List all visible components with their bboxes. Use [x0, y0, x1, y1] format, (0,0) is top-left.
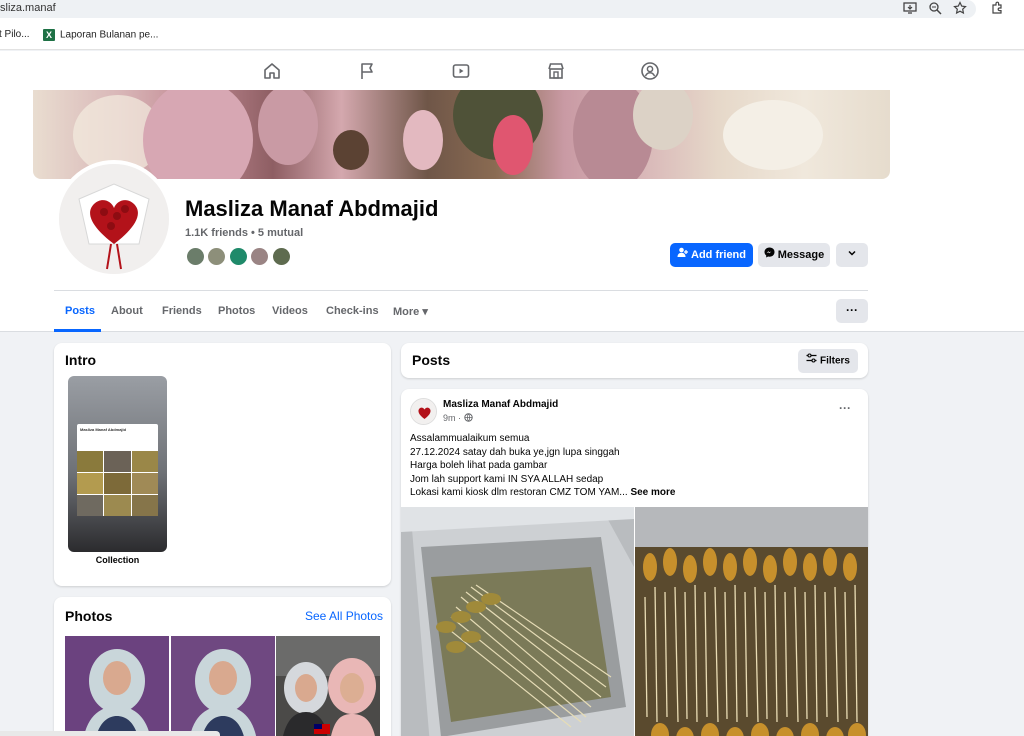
friend-count[interactable]: 1.1K friends • 5 mutual — [185, 227, 303, 239]
groups-icon[interactable] — [640, 61, 660, 81]
post-text: Assalammualaikum semua 27.12.2024 satay … — [410, 432, 860, 500]
see-all-photos-link[interactable]: See All Photos — [305, 609, 383, 623]
filters-label: Filters — [819, 355, 850, 367]
profile-header: Masliza Manaf Abdmajid 1.1K friends • 5 … — [0, 90, 1024, 332]
post-photo[interactable] — [401, 507, 634, 736]
video-icon[interactable] — [451, 61, 471, 81]
photo-thumbnail[interactable] — [171, 636, 275, 736]
facebook-top-nav — [0, 51, 1024, 90]
post-line: Assalammualaikum semua — [410, 433, 530, 444]
see-more-link[interactable]: See more — [630, 487, 675, 498]
chevron-down-icon — [847, 243, 857, 267]
bookmark-item[interactable]: t Pilo... — [0, 29, 30, 41]
message-button[interactable]: Message — [758, 243, 830, 267]
tab-friends[interactable]: Friends — [162, 305, 202, 317]
intro-title: Intro — [65, 352, 97, 368]
post-card: Masliza Manaf Abdmajid 9m · ··· Assalamm… — [401, 389, 868, 736]
collection-thumbnail[interactable]: Masliza Manaf Abdmajid — [68, 376, 167, 552]
tab-about[interactable]: About — [111, 305, 143, 317]
filter-sliders-icon — [806, 349, 817, 373]
url-text: sliza.manaf — [0, 2, 56, 14]
profile-avatar[interactable] — [55, 160, 173, 278]
header-divider — [54, 290, 868, 291]
intro-card: Intro Masliza Manaf Abdmajid Collection — [54, 343, 391, 586]
photo-thumbnail[interactable] — [276, 636, 380, 736]
post-photo[interactable] — [635, 507, 868, 736]
profile-options-button[interactable] — [836, 243, 868, 267]
tab-more[interactable]: More ▾ — [393, 305, 428, 318]
post-meta: 9m · — [443, 413, 473, 424]
bookmark-item[interactable]: X Laporan Bulanan pe... — [43, 29, 158, 42]
photo-thumbnail[interactable] — [65, 636, 169, 736]
post-time[interactable]: 9m · — [443, 413, 461, 423]
posts-header-card: Posts Filters — [401, 343, 868, 378]
address-field[interactable]: sliza.manaf — [0, 0, 976, 18]
post-line: 27.12.2024 satay dah buka ye,jgn lupa si… — [410, 446, 620, 458]
collection-label: Collection — [95, 555, 140, 565]
cover-photo[interactable] — [33, 90, 890, 179]
photos-title: Photos — [65, 608, 113, 624]
zoom-icon[interactable] — [928, 1, 942, 15]
more-dots-icon: ··· — [846, 303, 858, 317]
post-line: Harga boleh lihat pada gambar — [410, 460, 548, 471]
post-line: Lokasi kami kiosk dlm restoran CMZ TOM Y… — [410, 487, 628, 498]
tab-options-button[interactable]: ··· — [836, 299, 868, 323]
post-options-icon[interactable]: ··· — [839, 401, 851, 415]
pages-flag-icon[interactable] — [357, 61, 377, 81]
globe-icon — [463, 413, 473, 424]
tab-photos[interactable]: Photos — [218, 305, 255, 317]
tab-videos[interactable]: Videos — [272, 305, 308, 317]
mutual-friends-avatars[interactable] — [185, 246, 292, 268]
extensions-icon[interactable] — [990, 1, 1004, 15]
post-author-avatar[interactable] — [410, 398, 437, 425]
home-icon[interactable] — [262, 61, 282, 81]
status-bar — [0, 731, 220, 736]
bookmarks-bar: t Pilo... X Laporan Bulanan pe... — [0, 20, 1024, 50]
profile-name: Masliza Manaf Abdmajid — [185, 196, 439, 221]
message-label: Message — [777, 249, 825, 261]
active-tab-indicator — [54, 329, 101, 332]
mutual-friend-avatar[interactable] — [249, 246, 271, 267]
add-friend-label: Add friend — [691, 249, 746, 261]
mutual-friend-avatar[interactable] — [227, 246, 249, 267]
bookmark-label: t Pilo... — [0, 29, 30, 40]
mutual-friend-avatar[interactable] — [270, 246, 292, 267]
tab-check-ins[interactable]: Check-ins — [326, 305, 379, 317]
tab-posts[interactable]: Posts — [65, 305, 95, 317]
excel-icon: X — [43, 29, 55, 41]
marketplace-icon[interactable] — [546, 61, 566, 81]
install-app-icon[interactable] — [903, 1, 917, 15]
filters-button[interactable]: Filters — [798, 349, 858, 373]
bookmark-label: Laporan Bulanan pe... — [60, 29, 159, 41]
mutual-friend-avatar[interactable] — [185, 246, 206, 267]
collection-preview-title: Masliza Manaf Abdmajid — [80, 427, 127, 432]
post-author-name[interactable]: Masliza Manaf Abdmajid — [443, 399, 558, 410]
posts-title: Posts — [412, 352, 451, 368]
post-line: Jom lah support kami IN SYA ALLAH sedap — [410, 473, 604, 485]
messenger-icon — [764, 243, 775, 267]
browser-url-bar: sliza.manaf — [0, 0, 1024, 20]
collection-preview-grid — [77, 451, 158, 516]
mutual-friend-avatar[interactable] — [206, 246, 228, 267]
add-person-icon — [677, 243, 688, 267]
photos-card: Photos See All Photos — [54, 597, 391, 736]
add-friend-button[interactable]: Add friend — [670, 243, 753, 267]
bookmark-star-icon[interactable] — [953, 1, 967, 15]
